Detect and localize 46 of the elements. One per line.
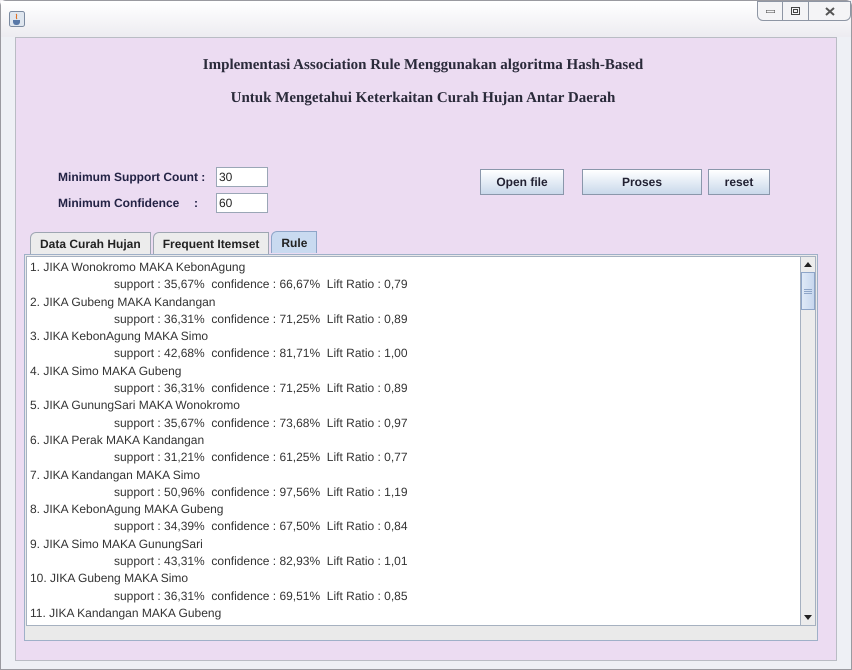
- rule-metrics-text: support : 34,39% confidence : 67,50% Lift Ratio : 0,84: [113, 518, 409, 536]
- close-icon: [824, 6, 834, 16]
- up-arrow-icon: [804, 262, 812, 267]
- field-label: Minimum Support Count :: [58, 169, 206, 186]
- heading-text: Implementasi Association Rule Menggunakan algoritma Hash-Based: [202, 56, 644, 75]
- rule-metrics-text: support : 35,67% confidence : 73,68% Lift Ratio : 0,97: [113, 414, 409, 432]
- rule-text: 5. JIKA GunungSari MAKA Wonokromo: [30, 397, 241, 414]
- rule-metrics-text: support : 35,67% confidence : 66,67% Lift Ratio : 0,79: [113, 276, 409, 294]
- grip-icon: [804, 288, 812, 294]
- rule-text: 7. JIKA Kandangan MAKA Simo: [30, 466, 202, 484]
- scroll-thumb[interactable]: [801, 272, 815, 310]
- minimize-button[interactable]: [757, 1, 783, 21]
- rule-text: 6. JIKA Perak MAKA Kandangan: [30, 432, 206, 449]
- rule-metrics-text: support : 50,96% confidence : 97,56% Lift Ratio : 1,19: [113, 484, 409, 501]
- close-button[interactable]: [809, 1, 851, 21]
- heading-text: Untuk Mengetahui Keterkaitan Curah Hujan Antar Daerah: [230, 88, 616, 108]
- rule-metrics-text: support : 31,21% confidence : 61,25% Lift Ratio : 0,77: [113, 449, 409, 466]
- tab[interactable]: Data Curah Hujan: [30, 232, 151, 254]
- maximize-icon: [791, 7, 800, 15]
- rule-metrics-text: support : 36,31% confidence : 71,25% Lift Ratio : 0,89: [113, 310, 409, 328]
- tab[interactable]: Frequent Itemset: [152, 232, 270, 254]
- rule-metrics-text: support : 36,31% confidence : 71,25% Lift Ratio : 0,89: [113, 380, 409, 398]
- rule-text: 1. JIKA Wonokromo MAKA KebonAgung: [30, 259, 246, 276]
- tab[interactable]: Rule: [271, 231, 318, 253]
- field-label: Minimum Confidence: [58, 195, 180, 212]
- maximize-button[interactable]: [783, 1, 809, 21]
- action-button[interactable]: reset: [708, 169, 770, 195]
- rule-text: 10. JIKA Gubeng MAKA Simo: [30, 570, 190, 588]
- rule-metrics-text: support : 36,31% confidence : 69,51% Lift Ratio : 0,85: [113, 588, 409, 605]
- minimize-icon: [766, 10, 774, 12]
- input-field[interactable]: 30: [216, 167, 268, 187]
- action-button[interactable]: Proses: [582, 169, 702, 195]
- rule-text: 3. JIKA KebonAgung MAKA Simo: [30, 328, 210, 346]
- down-arrow-icon: [804, 615, 812, 620]
- rule-text: 2. JIKA Gubeng MAKA Kandangan: [30, 294, 216, 311]
- action-button[interactable]: Open file: [480, 169, 564, 195]
- java-cup-icon: [9, 11, 25, 27]
- colon-separator: :: [194, 195, 199, 212]
- input-field[interactable]: 60: [216, 193, 268, 213]
- rule-text: 8. JIKA KebonAgung MAKA Gubeng: [30, 501, 224, 518]
- scrollbar[interactable]: [800, 257, 815, 625]
- rule-text: 11. JIKA Kandangan MAKA Gubeng: [30, 604, 222, 622]
- rule-text: 4. JIKA Simo MAKA Gubeng: [30, 362, 182, 380]
- rule-metrics-text: support : 43,31% confidence : 82,93% Lift Ratio : 1,01: [113, 553, 409, 570]
- rule-text: 9. JIKA Simo MAKA GunungSari: [30, 536, 204, 553]
- rule-metrics-text: support : 42,68% confidence : 81,71% Lift Ratio : 1,00: [113, 345, 409, 362]
